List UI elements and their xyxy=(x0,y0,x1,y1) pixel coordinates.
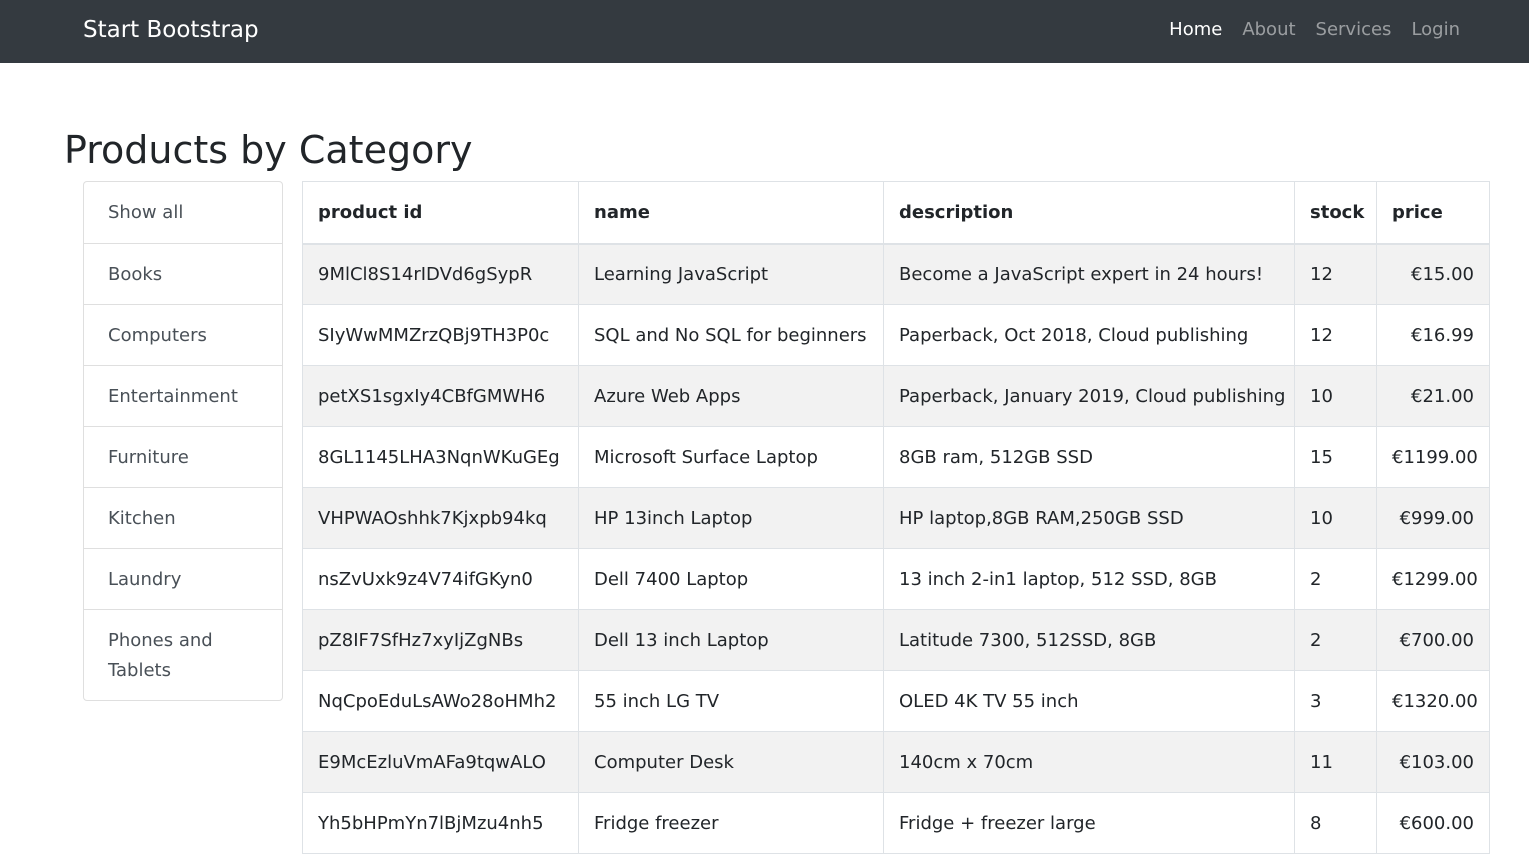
cell-name: Dell 13 inch Laptop xyxy=(578,609,884,671)
cell-product-id: pZ8IF7SfHz7xyIjZgNBs xyxy=(302,609,579,671)
column-header-price: price xyxy=(1376,181,1490,245)
cell-price: €700.00 xyxy=(1376,609,1490,671)
cell-product-id: nsZvUxk9z4V74ifGKyn0 xyxy=(302,548,579,610)
cell-stock: 2 xyxy=(1294,548,1377,610)
cell-description: 13 inch 2-in1 laptop, 512 SSD, 8GB xyxy=(883,548,1295,610)
page-title: Products by Category xyxy=(64,128,473,172)
category-item-laundry[interactable]: Laundry xyxy=(84,548,282,609)
cell-product-id: 8GL1145LHA3NqnWKuGEg xyxy=(302,426,579,488)
cell-name: SQL and No SQL for beginners xyxy=(578,304,884,366)
products-table-container: product id name description stock price … xyxy=(302,181,1490,854)
cell-price: €15.00 xyxy=(1376,243,1490,305)
column-header-product-id: product id xyxy=(302,181,579,245)
cell-description: Fridge + freezer large xyxy=(883,792,1295,854)
category-item-kitchen[interactable]: Kitchen xyxy=(84,487,282,548)
nav-links: Home About Services Login xyxy=(1169,17,1460,43)
table-row: 8GL1145LHA3NqnWKuGEg Microsoft Surface L… xyxy=(302,426,1490,488)
category-item-furniture[interactable]: Furniture xyxy=(84,426,282,487)
table-row: petXS1sgxIy4CBfGMWH6 Azure Web Apps Pape… xyxy=(302,365,1490,427)
table-body: 9MlCl8S14rIDVd6gSypR Learning JavaScript… xyxy=(302,243,1490,854)
cell-price: €1320.00 xyxy=(1376,670,1490,732)
cell-stock: 2 xyxy=(1294,609,1377,671)
category-item-show-all[interactable]: Show all xyxy=(84,182,282,243)
cell-product-id: 9MlCl8S14rIDVd6gSypR xyxy=(302,243,579,305)
category-item-books[interactable]: Books xyxy=(84,243,282,304)
cell-description: HP laptop,8GB RAM,250GB SSD xyxy=(883,487,1295,549)
column-header-name: name xyxy=(578,181,884,245)
nav-link-home[interactable]: Home xyxy=(1169,17,1222,43)
cell-name: Azure Web Apps xyxy=(578,365,884,427)
table-row: E9McEzluVmAFa9tqwALO Computer Desk 140cm… xyxy=(302,731,1490,793)
cell-product-id: VHPWAOshhk7Kjxpb94kq xyxy=(302,487,579,549)
cell-description: Paperback, Oct 2018, Cloud publishing xyxy=(883,304,1295,366)
table-row: pZ8IF7SfHz7xyIjZgNBs Dell 13 inch Laptop… xyxy=(302,609,1490,671)
cell-name: Fridge freezer xyxy=(578,792,884,854)
category-list: Show all Books Computers Entertainment F… xyxy=(83,181,283,701)
cell-description: 8GB ram, 512GB SSD xyxy=(883,426,1295,488)
cell-price: €999.00 xyxy=(1376,487,1490,549)
cell-price: €103.00 xyxy=(1376,731,1490,793)
category-item-entertainment[interactable]: Entertainment xyxy=(84,365,282,426)
table-row: Yh5bHPmYn7lBjMzu4nh5 Fridge freezer Frid… xyxy=(302,792,1490,854)
cell-stock: 12 xyxy=(1294,243,1377,305)
cell-name: Learning JavaScript xyxy=(578,243,884,305)
cell-name: HP 13inch Laptop xyxy=(578,487,884,549)
products-table: product id name description stock price … xyxy=(302,181,1490,854)
cell-description: OLED 4K TV 55 inch xyxy=(883,670,1295,732)
cell-stock: 11 xyxy=(1294,731,1377,793)
table-row: nsZvUxk9z4V74ifGKyn0 Dell 7400 Laptop 13… xyxy=(302,548,1490,610)
cell-description: 140cm x 70cm xyxy=(883,731,1295,793)
cell-product-id: petXS1sgxIy4CBfGMWH6 xyxy=(302,365,579,427)
cell-name: Microsoft Surface Laptop xyxy=(578,426,884,488)
navbar: Start Bootstrap Home About Services Logi… xyxy=(0,0,1529,63)
cell-stock: 8 xyxy=(1294,792,1377,854)
cell-stock: 12 xyxy=(1294,304,1377,366)
cell-price: €16.99 xyxy=(1376,304,1490,366)
cell-description: Latitude 7300, 512SSD, 8GB xyxy=(883,609,1295,671)
table-header-row: product id name description stock price xyxy=(302,181,1490,245)
nav-link-services[interactable]: Services xyxy=(1316,17,1392,43)
cell-name: Dell 7400 Laptop xyxy=(578,548,884,610)
category-item-phones-and-tablets[interactable]: Phones and Tablets xyxy=(84,609,282,700)
cell-name: 55 inch LG TV xyxy=(578,670,884,732)
category-item-computers[interactable]: Computers xyxy=(84,304,282,365)
column-header-stock: stock xyxy=(1294,181,1377,245)
cell-product-id: SIyWwMMZrzQBj9TH3P0c xyxy=(302,304,579,366)
nav-link-about[interactable]: About xyxy=(1242,17,1295,43)
table-row: 9MlCl8S14rIDVd6gSypR Learning JavaScript… xyxy=(302,243,1490,305)
brand-link[interactable]: Start Bootstrap xyxy=(83,14,259,46)
cell-description: Paperback, January 2019, Cloud publishin… xyxy=(883,365,1295,427)
cell-description: Become a JavaScript expert in 24 hours! xyxy=(883,243,1295,305)
cell-product-id: E9McEzluVmAFa9tqwALO xyxy=(302,731,579,793)
cell-price: €1299.00 xyxy=(1376,548,1490,610)
column-header-description: description xyxy=(883,181,1295,245)
cell-price: €1199.00 xyxy=(1376,426,1490,488)
cell-product-id: NqCpoEduLsAWo28oHMh2 xyxy=(302,670,579,732)
cell-stock: 10 xyxy=(1294,487,1377,549)
cell-stock: 15 xyxy=(1294,426,1377,488)
cell-product-id: Yh5bHPmYn7lBjMzu4nh5 xyxy=(302,792,579,854)
table-row: NqCpoEduLsAWo28oHMh2 55 inch LG TV OLED … xyxy=(302,670,1490,732)
cell-stock: 10 xyxy=(1294,365,1377,427)
table-row: SIyWwMMZrzQBj9TH3P0c SQL and No SQL for … xyxy=(302,304,1490,366)
cell-stock: 3 xyxy=(1294,670,1377,732)
table-row: VHPWAOshhk7Kjxpb94kq HP 13inch Laptop HP… xyxy=(302,487,1490,549)
cell-price: €21.00 xyxy=(1376,365,1490,427)
cell-price: €600.00 xyxy=(1376,792,1490,854)
nav-link-login[interactable]: Login xyxy=(1411,17,1460,43)
cell-name: Computer Desk xyxy=(578,731,884,793)
